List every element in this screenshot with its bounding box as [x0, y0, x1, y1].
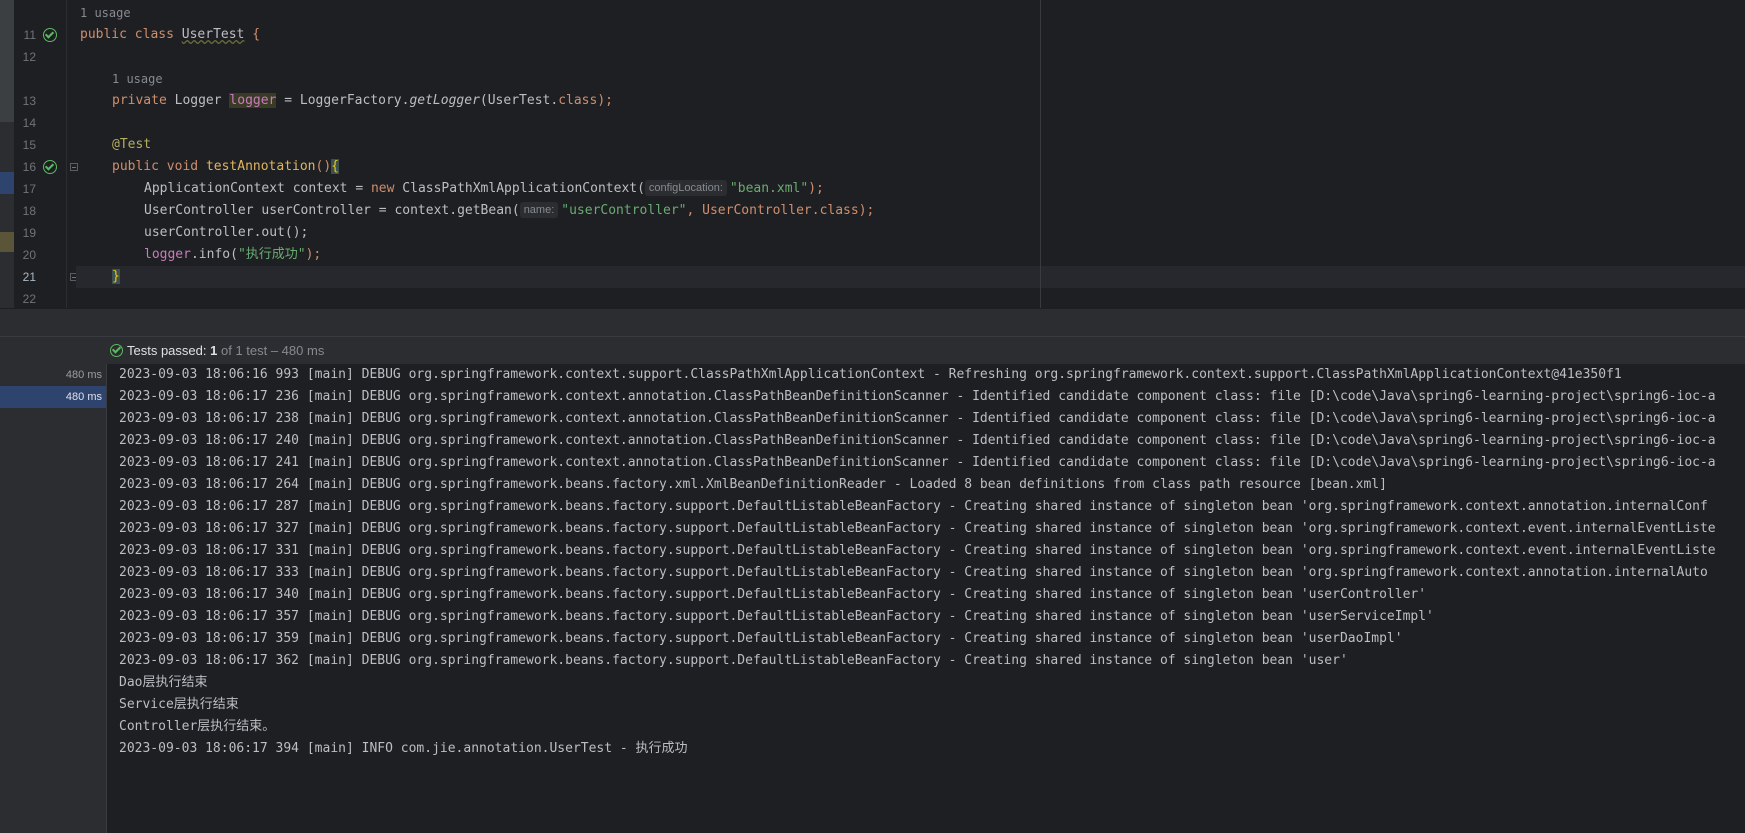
console-line: 2023-09-03 18:06:16 993 [main] DEBUG org…: [119, 367, 1622, 382]
line-number: 12: [22, 50, 36, 64]
console-line: Dao层执行结束: [119, 675, 208, 690]
code-text: );: [808, 181, 824, 196]
keyword: class: [558, 93, 598, 108]
method-call: getLogger: [409, 93, 480, 108]
console-line: 2023-09-03 18:06:17 359 [main] DEBUG org…: [119, 631, 1403, 646]
code-text: );: [858, 203, 875, 218]
right-margin-guide: [1040, 0, 1041, 308]
string-literal: "userController": [561, 203, 687, 218]
console-line: 2023-09-03 18:06:17 240 [main] DEBUG org…: [119, 433, 1716, 448]
gutter-divider: [66, 0, 67, 308]
test-results-toolbar: Tests passed: 1 of 1 test – 480 ms: [0, 336, 1745, 365]
console-line: 2023-09-03 18:06:17 287 [main] DEBUG org…: [119, 499, 1708, 514]
console-line: 2023-09-03 18:06:17 340 [main] DEBUG org…: [119, 587, 1427, 602]
code-text: userController.out();: [144, 225, 309, 240]
test-passed-count: 1: [210, 343, 218, 358]
method-name: testAnnotation: [205, 159, 316, 174]
code-text: .info(: [190, 247, 238, 262]
brace-highlight: }: [112, 269, 120, 284]
line-number: 19: [22, 226, 36, 240]
console-output[interactable]: 2023-09-03 18:06:16 993 [main] DEBUG org…: [107, 364, 1745, 833]
test-tree: 480 ms 480 ms: [0, 364, 107, 833]
run-test-method-icon[interactable]: [43, 160, 57, 174]
code-line-13: private Logger logger = LoggerFactory.ge…: [76, 90, 1745, 112]
console-line: 2023-09-03 18:06:17 236 [main] DEBUG org…: [119, 389, 1716, 404]
test-status: Tests passed: 1 of 1 test – 480 ms: [110, 343, 324, 358]
line-number: 18: [22, 204, 36, 218]
line-number: 20: [22, 248, 36, 262]
type-name: Logger: [166, 93, 230, 108]
brace-highlight: {: [331, 159, 339, 174]
string-literal: "bean.xml": [729, 181, 809, 196]
keyword: public: [80, 27, 127, 42]
line-number: 14: [22, 116, 36, 130]
code-text: ApplicationContext context =: [144, 181, 371, 196]
console-line: 2023-09-03 18:06:17 241 [main] DEBUG org…: [119, 455, 1716, 470]
test-tree-row-selected[interactable]: 480 ms: [0, 386, 106, 408]
usage-hint[interactable]: 1 usage: [112, 70, 163, 88]
console-line: Service层执行结束: [119, 697, 239, 712]
code-text: ClassPathXmlApplicationContext(: [394, 181, 645, 196]
keyword: public: [112, 159, 159, 174]
field-name[interactable]: logger: [229, 93, 277, 108]
check-circle-icon: [110, 344, 123, 357]
code-line-11: public class UserTest {: [76, 24, 1745, 46]
code-line-21: }: [76, 266, 1745, 288]
line-number: 15: [22, 138, 36, 152]
code-text: );: [597, 93, 613, 108]
strip-marker: [0, 172, 14, 194]
console-line: 2023-09-03 18:06:17 331 [main] DEBUG org…: [119, 543, 1716, 558]
keyword: private: [112, 93, 167, 108]
keyword: class: [134, 27, 174, 42]
editor-left-strip: [0, 0, 14, 308]
code-text: , UserController.: [686, 203, 820, 218]
panel-splitter[interactable]: [0, 308, 1745, 337]
paren: (): [315, 159, 332, 174]
line-number: 13: [22, 94, 36, 108]
line-number-current: 21: [22, 270, 36, 284]
line-number: 16: [22, 160, 36, 174]
strip-marker: [0, 232, 14, 252]
console-line: 2023-09-03 18:06:17 394 [main] INFO com.…: [119, 741, 688, 756]
test-summary: of 1 test – 480 ms: [220, 343, 325, 358]
test-status-label: Tests passed:: [127, 343, 207, 358]
code-text: = LoggerFactory.: [276, 93, 410, 108]
code-line-20: logger.info("执行成功");: [76, 244, 1745, 266]
test-tree-row-root[interactable]: 480 ms: [0, 364, 106, 386]
console-line: 2023-09-03 18:06:17 362 [main] DEBUG org…: [119, 653, 1348, 668]
console-line: Controller层执行结束。: [119, 719, 276, 734]
console-line: 2023-09-03 18:06:17 264 [main] DEBUG org…: [119, 477, 1387, 492]
console-line: 2023-09-03 18:06:17 238 [main] DEBUG org…: [119, 411, 1716, 426]
code-area[interactable]: 1 usage public class UserTest { 1 usage …: [76, 0, 1745, 308]
code-editor[interactable]: 11 12 13 14 15 16 17 18 19 20 21 22 1 us…: [0, 0, 1745, 308]
code-line-16: public void testAnnotation(){: [76, 156, 1745, 178]
code-line-19: userController.out();: [76, 222, 1745, 244]
strip-marker: [0, 0, 14, 122]
code-line-18: UserController userController = context.…: [76, 200, 1745, 222]
parameter-hint: configLocation:: [644, 180, 727, 196]
code-text: (UserTest.: [479, 93, 559, 108]
class-name[interactable]: UserTest: [182, 27, 245, 42]
annotation: @Test: [112, 137, 152, 152]
code-line-15: @Test: [76, 134, 1745, 156]
code-text: UserController userController = context.…: [144, 203, 520, 218]
line-number: 11: [23, 28, 36, 42]
console-line: 2023-09-03 18:06:17 327 [main] DEBUG org…: [119, 521, 1716, 536]
console-line: 2023-09-03 18:06:17 333 [main] DEBUG org…: [119, 565, 1708, 580]
line-number: 17: [22, 182, 36, 196]
field-name: logger: [144, 247, 191, 262]
console-line: 2023-09-03 18:06:17 357 [main] DEBUG org…: [119, 609, 1434, 624]
brace: {: [244, 27, 261, 42]
usage-hint[interactable]: 1 usage: [80, 4, 131, 22]
keyword: new: [370, 181, 395, 196]
code-text: );: [305, 247, 322, 262]
string-literal: "执行成功": [237, 247, 306, 262]
parameter-hint: name:: [519, 202, 559, 218]
line-number: 22: [22, 292, 36, 306]
code-line-17: ApplicationContext context = new ClassPa…: [76, 178, 1745, 200]
run-test-class-icon[interactable]: [43, 28, 57, 42]
keyword: class: [819, 203, 859, 218]
keyword: void: [166, 159, 199, 174]
